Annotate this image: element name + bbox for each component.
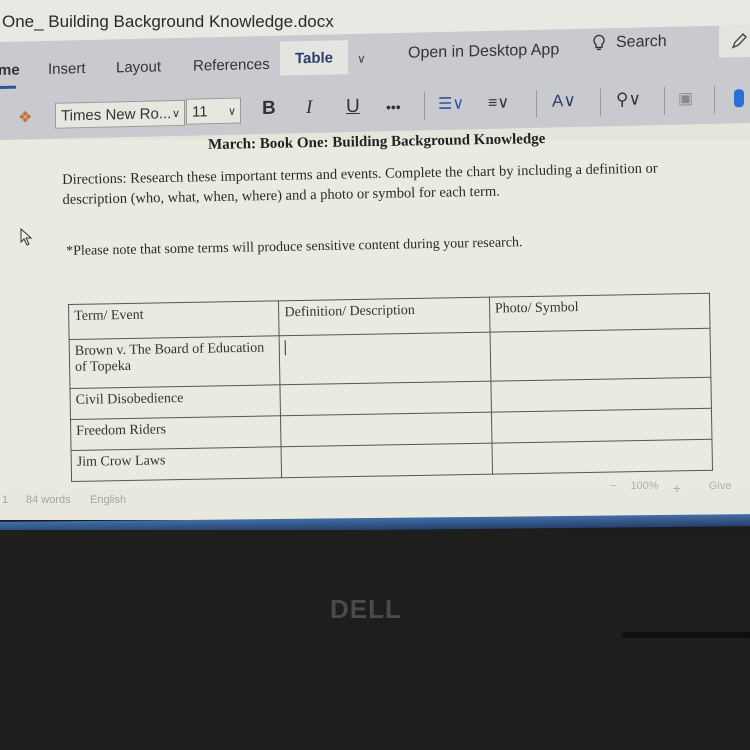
paintbrush-icon[interactable]: ❖ [18,107,32,127]
underline-button[interactable]: U [346,96,360,118]
screen: One_ Building Background Knowledge.docx … [0,0,750,520]
pencil-icon [731,33,747,49]
header-photo-symbol[interactable]: Photo/ Symbol [489,293,711,333]
give-feedback-link[interactable]: Give [709,480,732,496]
align-text-icon[interactable]: ≡∨ [488,92,509,112]
term-cell[interactable]: Jim Crow Laws [71,446,282,482]
italic-button[interactable]: I [306,97,312,119]
document-heading: March: Book One: Building Background Kno… [207,131,546,153]
definition-cell[interactable] [280,381,492,416]
zoom-controls: − 100% + Give [610,480,731,496]
font-size-value: 11 [192,102,208,121]
zoom-in-button[interactable]: + [673,480,681,496]
term-cell[interactable]: Civil Disobedience [69,384,281,420]
chevron-down-icon: ∨ [171,107,180,120]
lightbulb-icon [593,34,605,51]
more-tabs-chevron-down-icon[interactable]: ∨ [357,52,366,66]
photo-cell[interactable] [491,439,713,475]
separator [714,85,715,114]
mouse-pointer-icon [20,228,33,246]
word-count[interactable]: 84 words [26,494,71,506]
font-name-value: Times New Ro... [61,104,172,125]
photo-cell[interactable] [490,377,712,413]
terms-table-wrapper: Term/ Event Definition/ Description Phot… [68,293,713,482]
zoom-level: 100% [630,480,659,492]
tab-layout[interactable]: Layout [116,58,161,76]
separator [600,88,601,117]
picture-icon[interactable]: ▣ [678,88,693,108]
text-caret [285,340,287,356]
dell-logo: DELL [330,594,402,624]
definition-cell[interactable] [279,332,491,385]
editing-mode-button[interactable] [719,24,750,58]
separator [536,89,537,118]
microphone-icon[interactable] [734,89,744,108]
language[interactable]: English [90,494,126,506]
monitor-bezel: DELL [0,530,750,750]
search-label: Search [616,32,667,52]
photo-cell[interactable] [491,408,712,444]
bezel-slot [622,632,750,638]
bold-button[interactable]: B [262,98,276,120]
find-magnifier-icon[interactable]: ⚲∨ [616,89,641,110]
zoom-out-button[interactable]: − [610,480,616,496]
definition-cell[interactable] [280,412,492,447]
search-button[interactable]: Search [592,33,667,53]
tab-table[interactable]: Table [280,40,348,76]
separator [664,86,665,115]
header-definition[interactable]: Definition/ Description [278,297,490,336]
photo-cell[interactable] [489,328,711,382]
open-in-desktop-app-button[interactable]: Open in Desktop App [408,41,559,62]
text-styles-icon[interactable]: A∨ [552,91,576,112]
page-number: 1 [2,494,9,506]
term-cell[interactable]: Brown v. The Board of Education of Topek… [69,335,281,389]
ribbon: me Insert Layout References Table ∨ Open… [0,24,750,141]
note-text: *Please note that some terms will produc… [66,235,523,259]
bullet-list-icon[interactable]: ☰∨ [438,93,464,114]
more-formatting-button[interactable]: ••• [386,99,401,115]
term-cell[interactable]: Freedom Riders [70,415,282,451]
formatting-toolbar: ❖ Times New Ro... ∨ 11 ∨ B I U ••• ☰∨ ≡∨… [0,83,750,136]
definition-cell[interactable] [281,443,493,478]
tab-insert[interactable]: Insert [48,60,86,78]
chevron-down-icon: ∨ [227,105,236,118]
terms-table: Term/ Event Definition/ Description Phot… [68,293,713,482]
document-page[interactable]: March: Book One: Building Background Kno… [0,131,750,490]
font-size-dropdown[interactable]: 11 ∨ [186,97,241,125]
font-name-dropdown[interactable]: Times New Ro... ∨ [55,99,185,129]
directions-text: Directions: Research these important ter… [62,160,658,208]
tab-home[interactable]: me [0,62,20,79]
document-title: One_ Building Background Knowledge.docx [2,12,334,31]
header-term-event[interactable]: Term/ Event [68,300,280,340]
tab-references[interactable]: References [193,56,270,75]
separator [424,92,425,121]
